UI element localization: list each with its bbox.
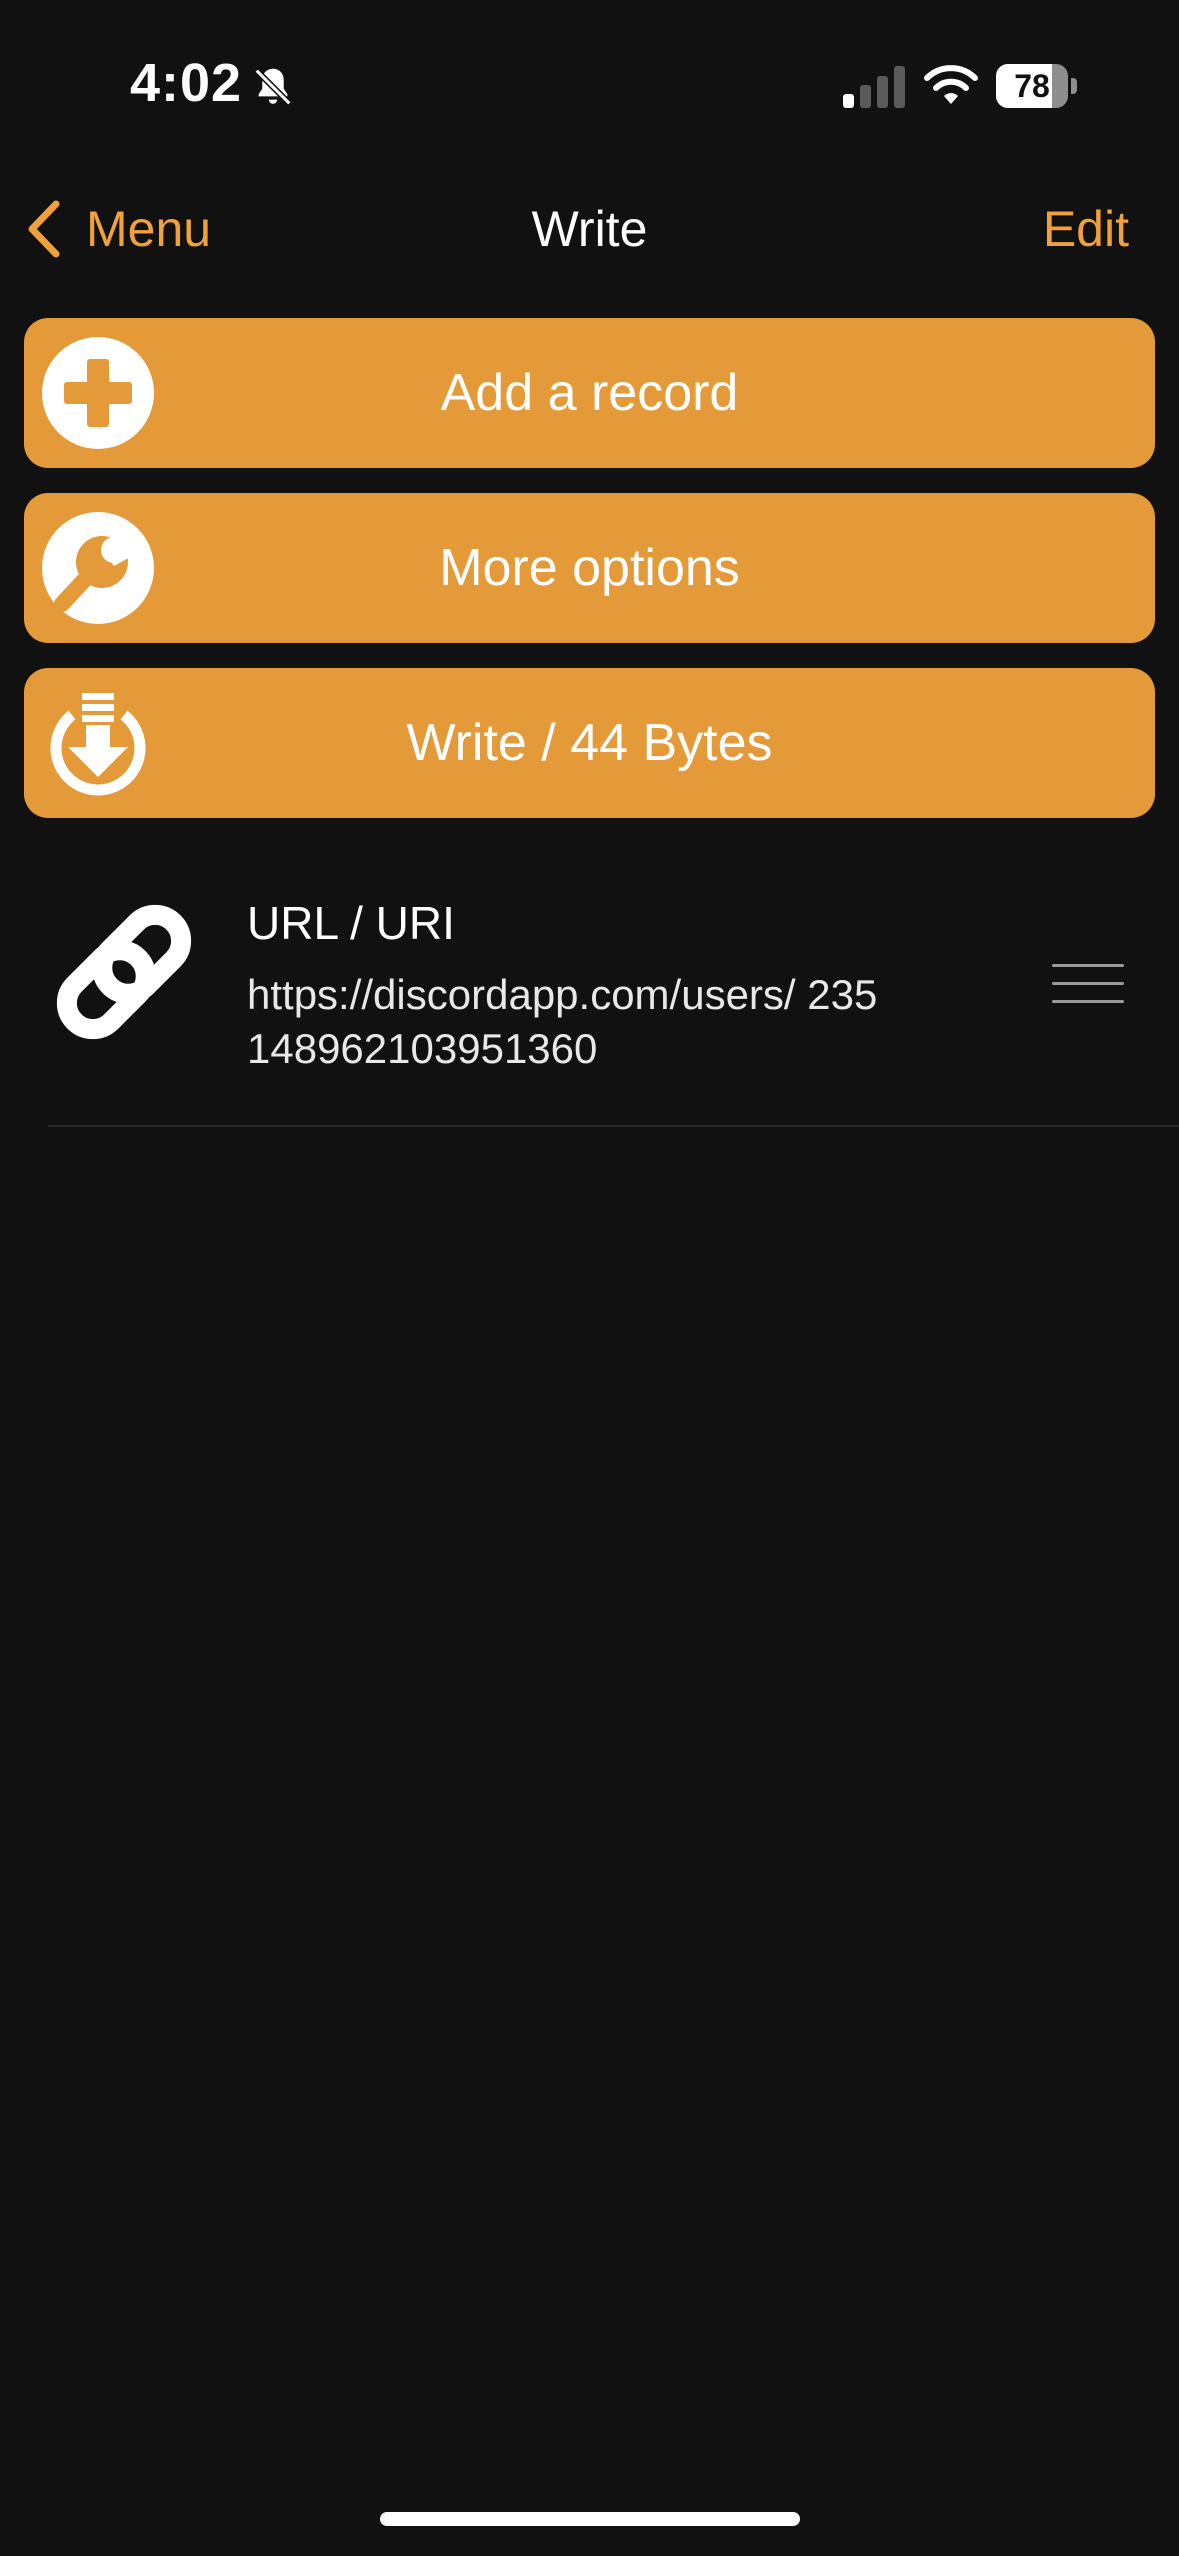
battery-percent: 78: [1014, 68, 1050, 104]
link-icon: [56, 904, 192, 1040]
status-time: 4:02: [130, 53, 243, 113]
record-value: https://discordapp.com/users/ 2351489621…: [247, 971, 878, 1072]
chevron-left-icon: [28, 200, 60, 258]
wifi-icon: [924, 65, 978, 104]
write-button[interactable]: Write / 44 Bytes: [24, 668, 1155, 818]
cellular-signal-icon: [843, 66, 905, 108]
more-options-label: More options: [439, 539, 740, 597]
edit-button[interactable]: Edit: [1043, 200, 1129, 258]
status-bar: 4:02 78: [0, 0, 1179, 170]
battery-body: 78: [996, 64, 1068, 108]
write-label: Write / 44 Bytes: [406, 714, 773, 772]
add-record-label: Add a record: [440, 364, 739, 422]
bell-slash-icon: [254, 68, 292, 106]
list-divider: [48, 1125, 1179, 1127]
record-type: URL / URI: [247, 897, 455, 949]
more-options-button[interactable]: More options: [24, 493, 1155, 643]
back-button[interactable]: Menu: [24, 194, 211, 264]
battery-cap: [1071, 78, 1077, 94]
navigation-bar: Menu Write Edit: [0, 170, 1179, 290]
battery-icon: 78: [996, 64, 1077, 108]
add-record-button[interactable]: Add a record: [24, 318, 1155, 468]
back-button-label: Menu: [86, 201, 212, 257]
reorder-icon[interactable]: [1052, 962, 1124, 1006]
record-row[interactable]: URL / URI https://discordapp.com/users/ …: [0, 860, 1179, 1126]
home-indicator[interactable]: [380, 2512, 800, 2526]
